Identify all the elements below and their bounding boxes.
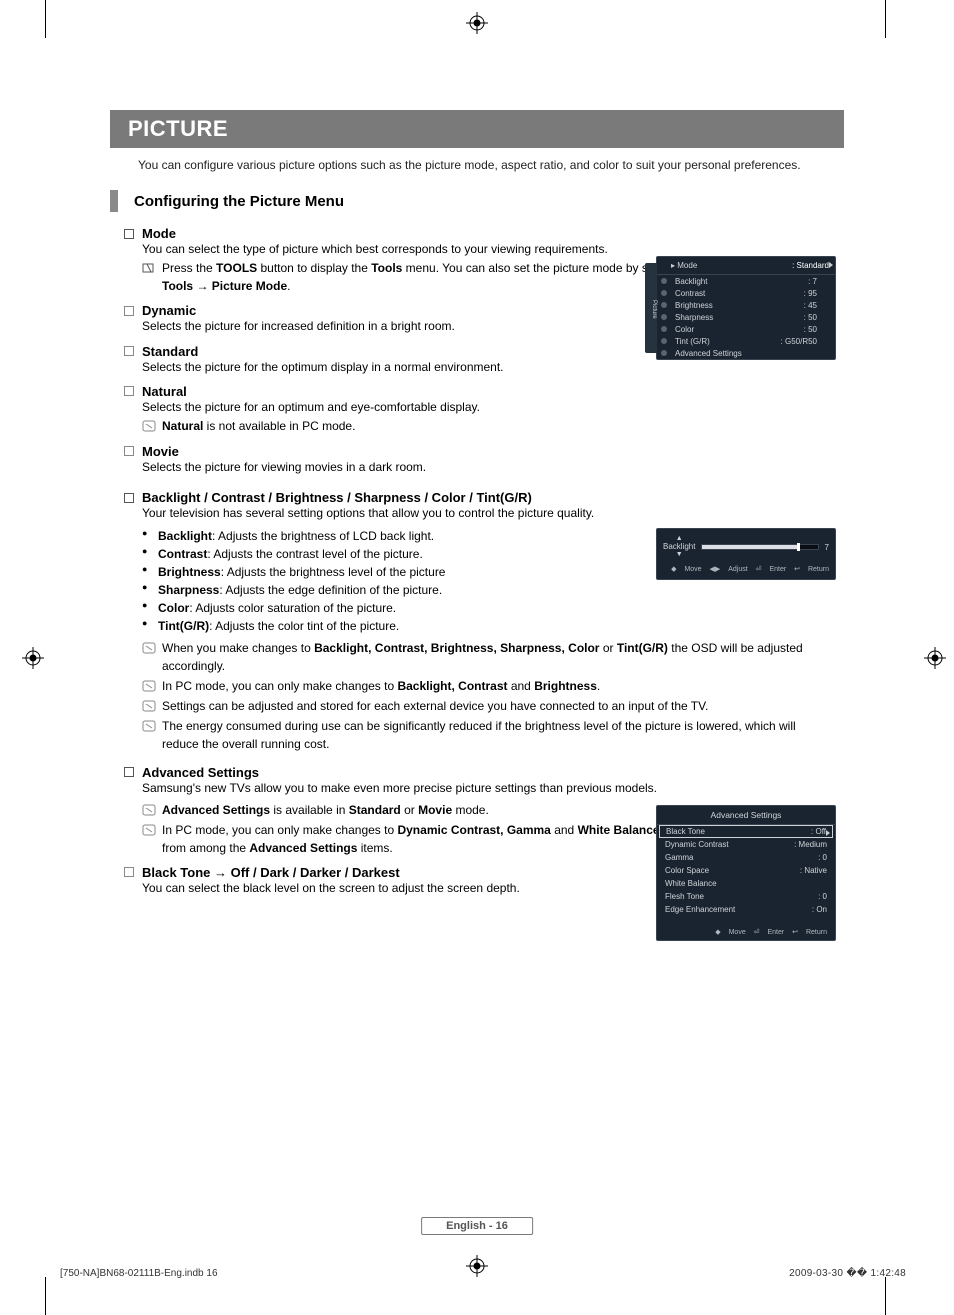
osd-row: Backlight: 7	[657, 275, 835, 287]
osd-picture-menu: Picture ▸ Mode : Standard Backlight: 7Co…	[656, 256, 836, 360]
mode-item-title: Standard	[142, 344, 198, 359]
mode-desc: You can select the type of picture which…	[142, 241, 692, 258]
blacktone-desc: You can select the black level on the sc…	[142, 880, 692, 897]
square-bullet-icon	[124, 493, 134, 503]
arrow-right-icon	[829, 262, 833, 268]
osd-side-tab: Picture	[645, 263, 657, 353]
note-icon	[142, 642, 156, 654]
adjust-bullet: Color: Adjusts color saturation of the p…	[142, 599, 692, 617]
adjust-bullet: Contrast: Adjusts the contrast level of …	[142, 545, 692, 563]
adjust-bullet: Tint(G/R): Adjusts the color tint of the…	[142, 617, 692, 635]
osd-row: Edge Enhancement: On	[657, 903, 835, 916]
registration-mark-icon	[466, 12, 488, 34]
osd-row: Black Tone: Off	[659, 825, 833, 838]
square-bullet-icon	[124, 346, 134, 356]
osd-row: Tint (G/R): G50/R50	[657, 335, 835, 347]
advanced-note: Advanced Settings is available in Standa…	[142, 801, 662, 819]
note-icon	[142, 720, 156, 732]
osd-row: Sharpness: 50	[657, 311, 835, 323]
arrow-down-icon: ▼	[676, 551, 683, 559]
footer-time: 2009-03-30 �� 1:42:48	[789, 1268, 906, 1279]
square-bullet-icon	[124, 867, 134, 877]
adjust-note: The energy consumed during use can be si…	[142, 717, 812, 753]
adjust-bullet: Brightness: Adjusts the brightness level…	[142, 563, 692, 581]
footer-file: [750-NA]BN68-02111B-Eng.indb 16	[60, 1268, 218, 1279]
adjust-bullet: Sharpness: Adjusts the edge definition o…	[142, 581, 692, 599]
osd-row: Flesh Tone: 0	[657, 890, 835, 903]
mode-tools-text: Press the TOOLS button to display the To…	[162, 260, 692, 295]
mode-title: Mode	[142, 226, 176, 241]
adjust-desc: Your television has several setting opti…	[142, 505, 842, 522]
osd-row: Gamma: 0	[657, 851, 835, 864]
mode-item-title: Natural	[142, 384, 187, 399]
square-bullet-icon	[124, 767, 134, 777]
advanced-note: In PC mode, you can only make changes to…	[142, 821, 662, 857]
osd-row: Color Space: Native	[657, 864, 835, 877]
section-heading: Configuring the Picture Menu	[110, 190, 844, 212]
osd-row: Color: 50	[657, 323, 835, 335]
adjust-note: In PC mode, you can only make changes to…	[142, 677, 812, 695]
square-bullet-icon	[124, 306, 134, 316]
osd-title: Advanced Settings	[657, 806, 835, 825]
note-icon	[142, 804, 156, 816]
advanced-desc: Samsung's new TVs allow you to make even…	[142, 780, 692, 797]
osd-row: Brightness: 45	[657, 299, 835, 311]
slider-value: 7	[825, 543, 829, 552]
square-bullet-icon	[124, 446, 134, 456]
section-banner: PICTURE	[110, 110, 844, 148]
mode-item-desc: Selects the picture for increased defini…	[142, 318, 692, 335]
adjust-title: Backlight / Contrast / Brightness / Shar…	[142, 490, 532, 505]
slider-track	[701, 544, 818, 550]
adjust-note: Settings can be adjusted and stored for …	[142, 697, 812, 715]
osd-advanced-settings: Advanced Settings Black Tone: OffDynamic…	[656, 805, 836, 941]
note-icon	[142, 680, 156, 692]
mode-item-desc: Selects the picture for an optimum and e…	[142, 399, 692, 436]
note-icon	[142, 700, 156, 712]
osd-row: Dynamic Contrast: Medium	[657, 838, 835, 851]
osd-backlight-slider: ▲ Backlight ▼ 7 ◆ Move ◀▶ Adjust ⏎ Enter…	[656, 528, 836, 580]
note-icon	[142, 420, 156, 432]
square-bullet-icon	[124, 386, 134, 396]
registration-mark-icon	[924, 647, 946, 669]
note-icon	[142, 824, 156, 836]
intro-text: You can configure various picture option…	[138, 158, 844, 172]
blacktone-title: Black Tone → Off / Dark / Darker / Darke…	[142, 865, 400, 880]
mode-item-title: Movie	[142, 444, 179, 459]
mode-item-desc: Selects the picture for the optimum disp…	[142, 359, 692, 376]
arrow-right-icon	[826, 830, 830, 836]
registration-mark-icon	[22, 647, 44, 669]
document-footer: [750-NA]BN68-02111B-Eng.indb 16 2009-03-…	[60, 1268, 906, 1279]
square-bullet-icon	[124, 229, 134, 239]
osd-row: Advanced Settings	[657, 347, 835, 359]
mode-item-desc: Selects the picture for viewing movies i…	[142, 459, 692, 476]
osd-row: White Balance	[657, 877, 835, 890]
mode-item-title: Dynamic	[142, 303, 196, 318]
osd-row: Contrast: 95	[657, 287, 835, 299]
advanced-title: Advanced Settings	[142, 765, 259, 780]
adjust-note: When you make changes to Backlight, Cont…	[142, 639, 812, 675]
mode-item-note: Natural is not available in PC mode.	[162, 418, 355, 435]
tools-icon	[142, 262, 156, 274]
page-number: English - 16	[421, 1217, 533, 1235]
adjust-bullet: Backlight: Adjusts the brightness of LCD…	[142, 527, 692, 545]
